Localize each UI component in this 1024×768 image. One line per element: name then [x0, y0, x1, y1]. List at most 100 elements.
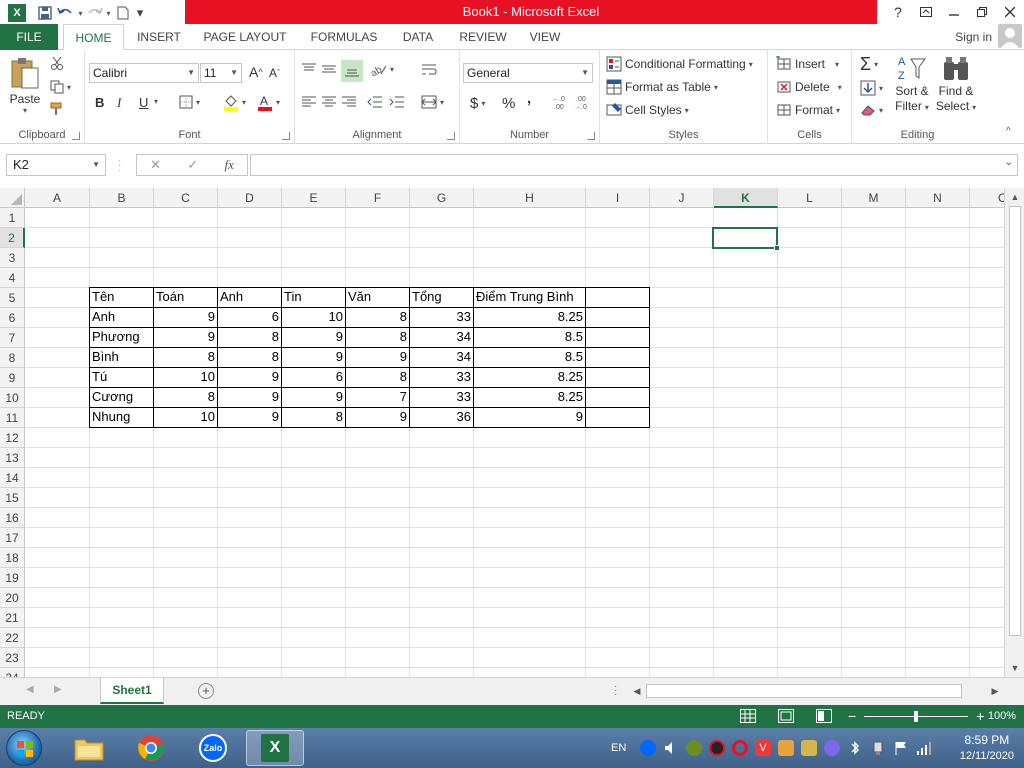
undo-icon[interactable]: ▾: [56, 2, 84, 24]
vivaldi-icon[interactable]: V: [755, 740, 771, 756]
row-header-3[interactable]: 3: [0, 248, 25, 268]
row-header-7[interactable]: 7: [0, 328, 25, 348]
clear-button[interactable]: ▾: [860, 103, 883, 117]
top-align-button[interactable]: [301, 62, 317, 76]
table-header-cell[interactable]: Văn: [346, 287, 409, 307]
sheet-next-icon[interactable]: ▶: [54, 684, 62, 695]
comma-style-button[interactable]: ,: [527, 90, 531, 107]
action-center-flag-icon[interactable]: [893, 740, 909, 756]
column-header-k[interactable]: K: [714, 188, 778, 208]
tab-home[interactable]: HOME: [63, 24, 124, 51]
unikey-icon[interactable]: [778, 740, 794, 756]
table-cell[interactable]: 9: [218, 387, 281, 407]
insert-cells-button[interactable]: Insert ▾: [776, 56, 839, 72]
table-cell[interactable]: 10: [154, 407, 217, 427]
page-break-view-icon[interactable]: [816, 709, 832, 726]
column-header-b[interactable]: B: [90, 188, 154, 208]
table-header-cell[interactable]: Tổng: [410, 287, 473, 307]
paste-button[interactable]: Paste ▾: [6, 56, 44, 116]
insert-function-button[interactable]: fx: [224, 157, 233, 173]
table-header-cell[interactable]: Toán: [154, 287, 217, 307]
table-cell[interactable]: 33: [410, 387, 473, 407]
row-header-11[interactable]: 11: [0, 408, 25, 428]
table-cell[interactable]: 8: [346, 327, 409, 347]
row-header-5[interactable]: 5: [0, 288, 25, 308]
table-header-cell[interactable]: Điểm Trung Bình: [474, 287, 585, 307]
table-cell[interactable]: 9: [282, 387, 345, 407]
decrease-font-size-button[interactable]: Aˇ: [269, 66, 280, 80]
column-header-m[interactable]: M: [842, 188, 906, 208]
sign-in-link[interactable]: Sign in: [955, 24, 992, 50]
language-indicator[interactable]: EN: [611, 728, 626, 768]
table-cell[interactable]: 8.25: [474, 367, 585, 387]
find-select-button[interactable]: Find & Select ▾: [936, 54, 976, 115]
table-cell[interactable]: Phương: [90, 327, 153, 347]
table-cell[interactable]: Cương: [90, 387, 153, 407]
column-header-l[interactable]: L: [778, 188, 842, 208]
table-cell[interactable]: 9: [218, 407, 281, 427]
table-header-cell[interactable]: Tin: [282, 287, 345, 307]
zoom-out-button[interactable]: −: [848, 705, 856, 728]
taskbar-zalo[interactable]: Zalo: [184, 730, 242, 766]
table-cell[interactable]: Bình: [90, 347, 153, 367]
name-box[interactable]: K2 ▼: [6, 154, 106, 176]
scroll-up-icon[interactable]: ▲: [1007, 190, 1023, 204]
column-header-a[interactable]: A: [25, 188, 90, 208]
format-painter-button[interactable]: [50, 102, 64, 116]
column-header-g[interactable]: G: [410, 188, 474, 208]
zoom-level[interactable]: 100%: [988, 705, 1016, 728]
row-header-12[interactable]: 12: [0, 428, 25, 448]
new-document-icon[interactable]: [112, 2, 134, 24]
tab-data[interactable]: DATA: [396, 24, 440, 50]
conditional-formatting-button[interactable]: Conditional Formatting ▾: [606, 56, 753, 72]
table-cell[interactable]: Tú: [90, 367, 153, 387]
table-cell[interactable]: 8.5: [474, 327, 585, 347]
sort-filter-button[interactable]: AZ Sort & Filter ▾: [894, 54, 930, 115]
table-cell[interactable]: 9: [154, 307, 217, 327]
utility-tray-icon[interactable]: [686, 740, 702, 756]
percent-button[interactable]: %: [502, 95, 515, 112]
taskbar-file-explorer[interactable]: [60, 730, 118, 766]
tab-file[interactable]: FILE: [0, 24, 58, 50]
spreadsheet-grid[interactable]: A B C D E F G H I J K L M N O 1 2 3 4 5 …: [0, 188, 1004, 677]
font-size-combo[interactable]: 11 ▼: [200, 63, 242, 83]
column-header-o[interactable]: O: [970, 188, 1004, 208]
table-cell[interactable]: 7: [346, 387, 409, 407]
row-header-4[interactable]: 4: [0, 268, 25, 288]
column-header-h[interactable]: H: [474, 188, 586, 208]
vertical-scrollbar[interactable]: ▲ ▼: [1004, 188, 1024, 677]
fill-handle[interactable]: [774, 245, 780, 251]
column-header-d[interactable]: D: [218, 188, 282, 208]
format-cells-button[interactable]: Format ▾: [776, 102, 840, 118]
row-header-14[interactable]: 14: [0, 468, 25, 488]
security-tray-icon[interactable]: [801, 740, 817, 756]
table-cell[interactable]: 34: [410, 327, 473, 347]
table-cell[interactable]: 8.25: [474, 307, 585, 327]
increase-indent-button[interactable]: [389, 95, 405, 109]
normal-view-icon[interactable]: [740, 709, 756, 726]
cut-button[interactable]: [50, 56, 64, 70]
column-header-f[interactable]: F: [346, 188, 410, 208]
row-header-17[interactable]: 17: [0, 528, 25, 548]
row-header-18[interactable]: 18: [0, 548, 25, 568]
decrease-decimal-button[interactable]: .00 →.0: [574, 94, 592, 110]
table-cell[interactable]: 9: [154, 327, 217, 347]
table-cell[interactable]: 8: [346, 307, 409, 327]
table-cell[interactable]: 9: [282, 327, 345, 347]
table-cell[interactable]: 8.25: [474, 387, 585, 407]
table-cell[interactable]: 8: [346, 367, 409, 387]
table-cell[interactable]: 33: [410, 307, 473, 327]
increase-decimal-button[interactable]: ←.0.00: [552, 94, 570, 110]
save-icon[interactable]: [34, 2, 56, 24]
row-header-16[interactable]: 16: [0, 508, 25, 528]
row-header-19[interactable]: 19: [0, 568, 25, 588]
align-right-button[interactable]: [341, 95, 357, 109]
cell-styles-button[interactable]: Cell Styles ▾: [606, 102, 689, 118]
speaker-icon[interactable]: [663, 740, 679, 756]
table-cell[interactable]: 8: [154, 387, 217, 407]
row-header-1[interactable]: 1: [0, 208, 25, 228]
taskbar-chrome[interactable]: [122, 730, 180, 766]
sheet-tab-sheet1[interactable]: Sheet1: [100, 678, 164, 704]
number-launcher-icon[interactable]: [587, 132, 595, 140]
clipboard-launcher-icon[interactable]: [72, 132, 80, 140]
